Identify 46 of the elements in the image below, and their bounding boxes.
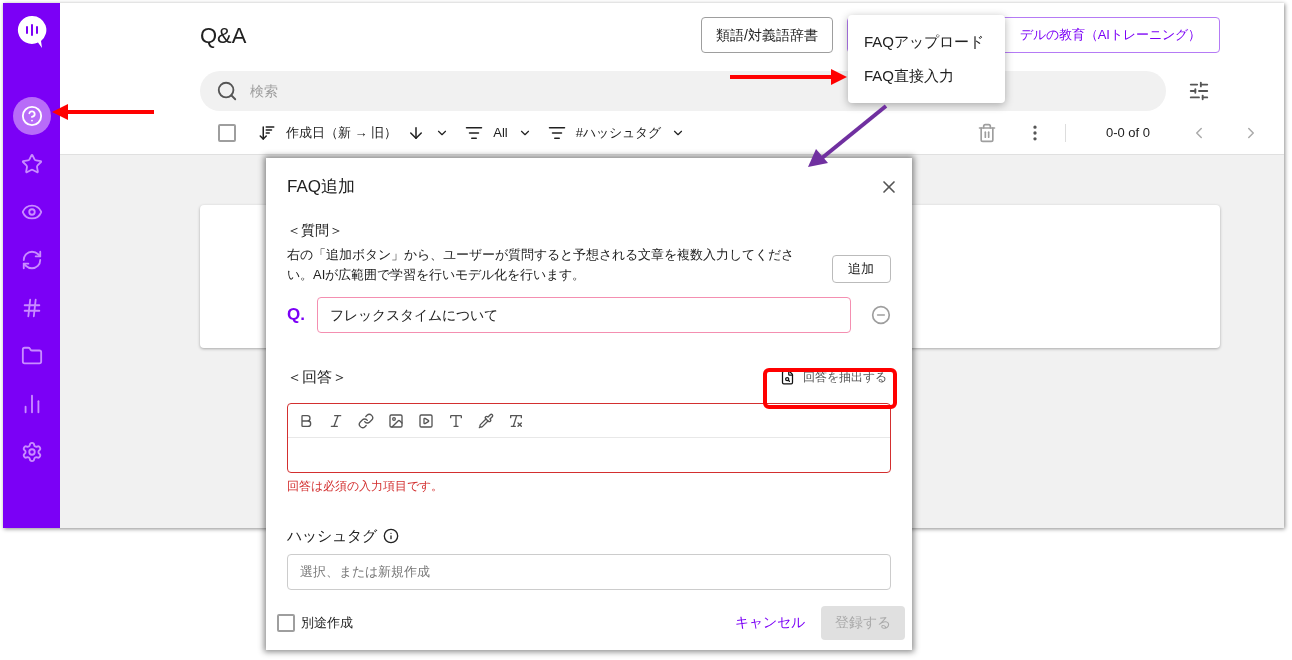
error-message: 回答は必須の入力項目です。 <box>287 478 444 495</box>
document-search-icon <box>780 369 795 385</box>
info-icon[interactable] <box>383 528 399 545</box>
sort-label[interactable]: 作成日（新 → 旧） <box>286 122 398 143</box>
search-icon <box>216 80 238 103</box>
search-placeholder: 検索 <box>250 81 278 101</box>
chat-logo-icon <box>16 15 47 49</box>
cancel-button[interactable]: キャンセル <box>735 612 805 633</box>
image-icon[interactable] <box>388 412 404 429</box>
question-help-text: 右の「追加ボタン」から、ユーザーが質問すると予想される文章を複数入力してください。AIが広範囲で学習を行いモデル化を行います。 <box>287 246 795 284</box>
clear-format-icon[interactable] <box>508 412 524 429</box>
dialog-title: FAQ追加 <box>287 176 355 199</box>
italic-icon[interactable] <box>328 412 344 429</box>
remove-icon[interactable] <box>871 305 891 325</box>
question-heading: ＜質問＞ <box>287 221 344 240</box>
hashtag-field[interactable]: 選択、または新規作成 <box>287 553 891 590</box>
text-size-icon[interactable] <box>448 412 464 429</box>
refresh-icon <box>20 249 43 271</box>
page-title: Q&A <box>200 21 247 50</box>
filter-label[interactable]: All <box>493 122 508 143</box>
bold-icon[interactable] <box>298 412 314 429</box>
checkbox[interactable] <box>277 613 295 632</box>
extract-answer-button[interactable]: 回答を抽出する <box>776 365 891 389</box>
question-input[interactable]: フレックスタイムについて <box>316 297 852 333</box>
video-icon[interactable] <box>418 412 434 429</box>
menu-item[interactable]: FAQアップロード <box>848 28 1005 56</box>
help-icon <box>20 105 43 127</box>
settings-icon <box>20 441 43 463</box>
separate-label: 別途作成 <box>301 613 353 632</box>
sort-icon <box>258 123 276 142</box>
pagination-text: 0-0 of 0 <box>1105 123 1150 142</box>
sidebar-item[interactable] <box>12 97 51 135</box>
trash-icon[interactable] <box>976 122 997 143</box>
hashtag-filter-label[interactable]: #ハッシュタグ <box>575 122 661 143</box>
q-label: Q. <box>287 304 306 327</box>
link-icon[interactable] <box>358 412 374 429</box>
star-icon <box>20 153 43 175</box>
color-picker-icon[interactable] <box>478 412 494 429</box>
hashtag-label: ハッシュタグ <box>287 526 377 546</box>
answer-heading: ＜回答＞ <box>287 366 347 387</box>
add-button[interactable]: 追加 <box>831 255 891 283</box>
filter-settings-icon[interactable] <box>1188 80 1210 103</box>
folder-icon <box>20 345 43 367</box>
checkbox[interactable] <box>218 123 236 142</box>
thesaurus-button[interactable]: 類語/対義語辞書 <box>701 17 833 54</box>
answer-editor[interactable] <box>287 403 891 473</box>
